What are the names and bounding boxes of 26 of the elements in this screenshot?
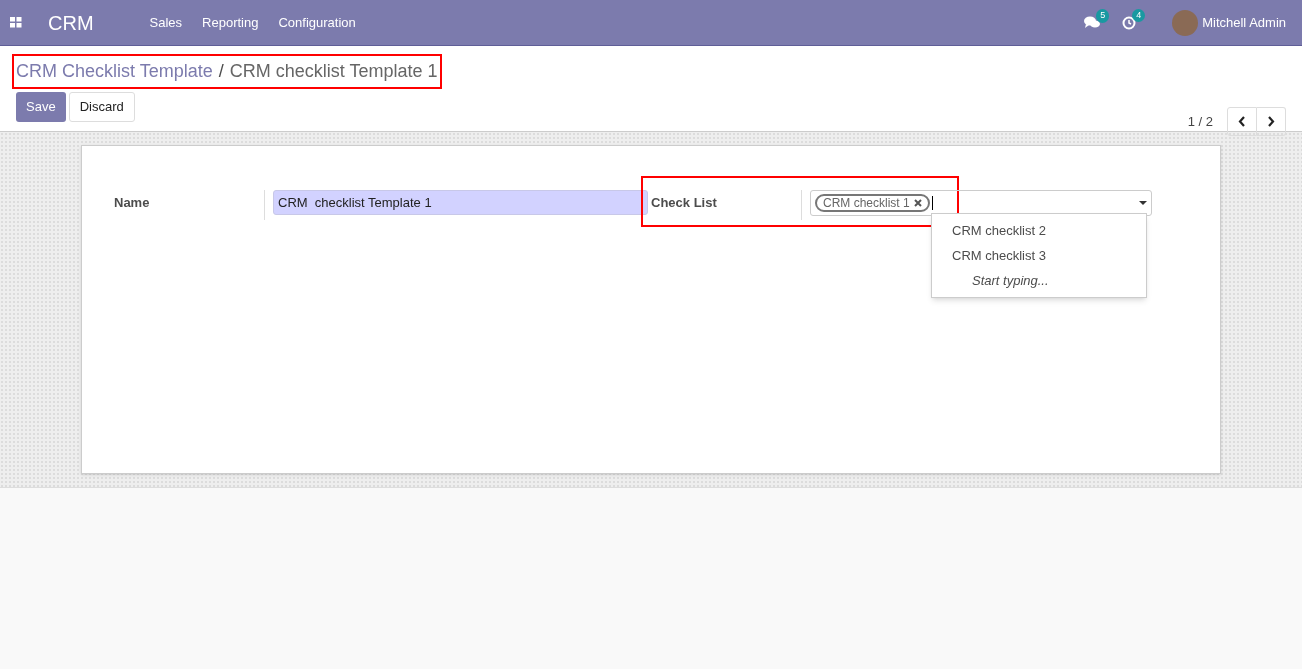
chevron-left-icon [1238,116,1246,127]
tag: CRM checklist 1 [815,194,930,212]
menu-link[interactable]: Sales [139,12,193,33]
discard-button[interactable]: Discard [68,92,135,122]
field-label: Name [114,194,151,212]
dropdown-option[interactable]: CRM checklist 2 [932,218,1146,243]
chevron-right-icon [1267,116,1275,127]
app-name: CRM [48,10,94,36]
breadcrumb-link[interactable]: CRM Checklist Template [16,58,213,85]
count-badge: 5 [1096,9,1110,23]
dropdown-hint: Start typing... [971,271,1050,290]
caret-icon[interactable] [1139,201,1147,205]
save-button[interactable]: Save [16,92,66,122]
menu-link[interactable]: Configuration [268,12,366,33]
menu-link[interactable]: Reporting [192,12,269,33]
field-label: Check List [651,194,718,212]
breadcrumb-current: CRM checklist Template 1 [229,60,438,83]
clock-icon [1122,15,1137,30]
user-name[interactable]: Mitchell Admin [1202,12,1286,33]
pager-value: 1 / 2 [1187,112,1213,131]
count-badge: 4 [1132,8,1146,22]
apps-grid-icon[interactable] [10,17,22,28]
dropdown-option[interactable]: CRM checklist 3 [932,243,1146,268]
breadcrumb-separator: / [218,60,224,83]
name-input-field[interactable]: CRM checklist Template 1 [273,190,648,215]
remove-icon[interactable] [913,199,922,207]
